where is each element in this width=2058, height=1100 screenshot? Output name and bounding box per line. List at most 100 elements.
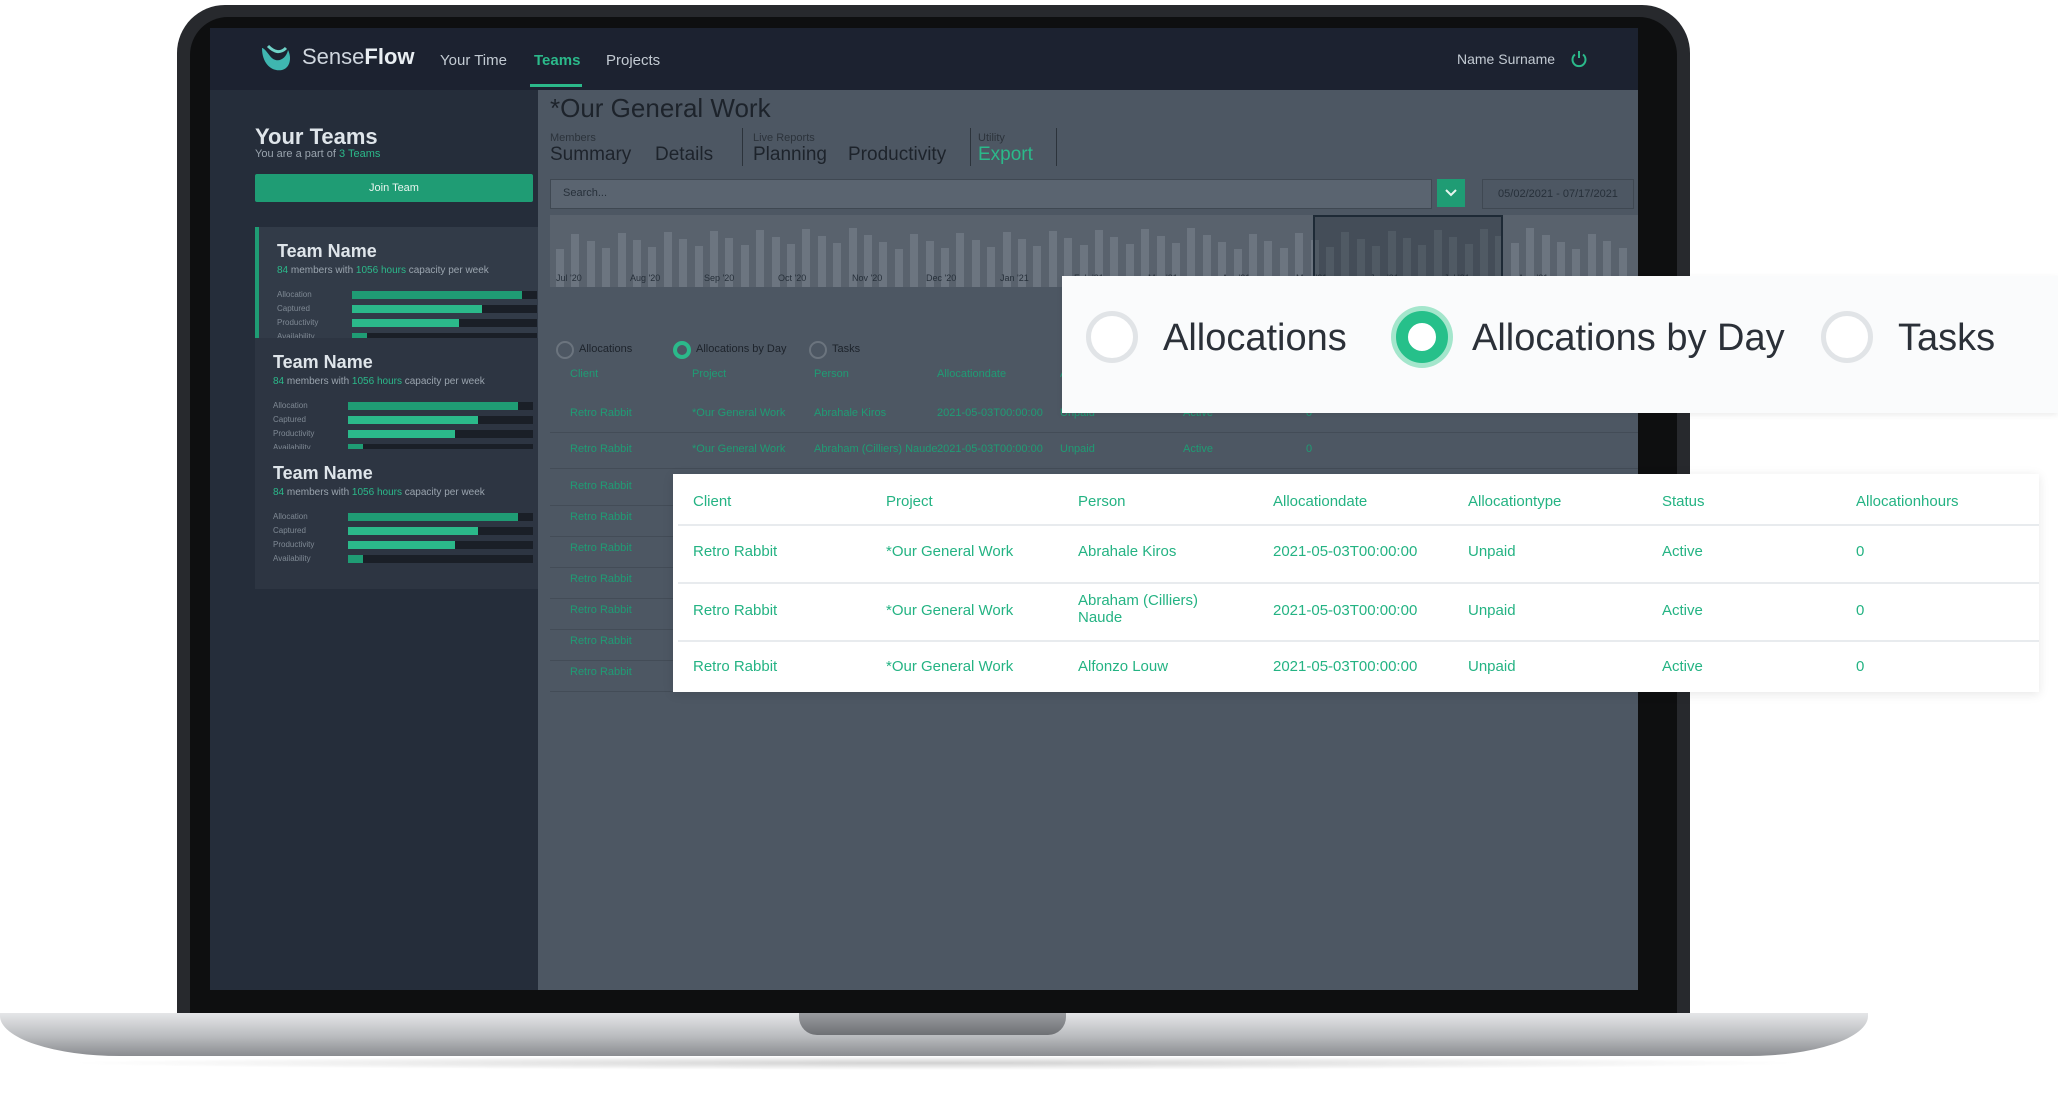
tab-export[interactable]: Export xyxy=(978,144,1033,166)
bg-table-cell: Retro Rabbit xyxy=(570,604,632,616)
search-input[interactable]: Search... xyxy=(550,179,1432,209)
hours-value: 1056 hours xyxy=(355,265,406,276)
column-header-allocationdate[interactable]: Allocationdate xyxy=(1273,493,1367,510)
hours-suffix: capacity per week xyxy=(405,265,489,276)
nav-your-time[interactable]: Your Time xyxy=(440,52,507,69)
team-name: Team Name xyxy=(273,463,373,483)
radio-allocations-label: Allocations xyxy=(1163,317,1347,359)
cell-project: *Our General Work xyxy=(886,602,1014,619)
column-header-client[interactable]: Client xyxy=(693,493,731,510)
nav-projects[interactable]: Projects xyxy=(606,52,660,69)
timeline-bar xyxy=(756,230,765,287)
column-header-allocationtype[interactable]: Allocationtype xyxy=(1468,493,1561,510)
table-row[interactable]: Retro Rabbit *Our General Work Abraham (… xyxy=(673,584,2039,641)
column-header-project[interactable]: Project xyxy=(886,493,933,510)
timeline-bar xyxy=(956,233,965,287)
bg-column-header[interactable]: Project xyxy=(692,368,726,380)
bg-table-cell: Abraham (Cilliers) Naude xyxy=(814,443,938,455)
timeline-bar xyxy=(740,245,749,287)
bg-row-divider xyxy=(550,468,1638,469)
table-row[interactable]: Retro Rabbit *Our General Work Abrahale … xyxy=(673,525,2039,582)
bg-column-header[interactable]: Person xyxy=(814,368,849,380)
search-placeholder: Search... xyxy=(563,187,608,199)
metric-bar-fill xyxy=(348,527,478,535)
cell-allocationhours: 0 xyxy=(1856,543,1865,560)
metric-bar-fill xyxy=(348,541,456,549)
metric-label: Allocation xyxy=(277,290,312,299)
radio-tasks[interactable] xyxy=(1821,311,1873,363)
column-header-person[interactable]: Person xyxy=(1078,493,1126,510)
column-header-status[interactable]: Status xyxy=(1662,493,1705,510)
metric-label: Captured xyxy=(277,304,310,313)
radio-allocations-by-day-small[interactable] xyxy=(673,341,691,359)
bg-table-cell: Abrahale Kiros xyxy=(814,407,887,419)
brand-name[interactable]: SenseFlow xyxy=(302,44,415,70)
team-capacity: 84 members with 1056 hours capacity per … xyxy=(273,376,485,387)
metric-bar xyxy=(348,513,533,521)
bg-table-cell: Retro Rabbit xyxy=(570,480,632,492)
cell-client: Retro Rabbit xyxy=(693,602,778,619)
cell-status: Active xyxy=(1662,602,1703,619)
user-name[interactable]: Name Surname xyxy=(1457,51,1555,67)
tab-group-members: Members xyxy=(550,132,596,144)
members-count: 84 xyxy=(277,265,289,276)
timeline-bar xyxy=(817,236,826,287)
timeline-month-label: Aug '20 xyxy=(630,273,661,283)
hours-value: 1056 hours xyxy=(351,487,402,498)
page-title: *Our General Work xyxy=(550,93,771,123)
bg-column-header[interactable]: Allocationdate xyxy=(937,368,1006,380)
radio-allocations-by-day-small-label: Allocations by Day xyxy=(696,343,787,355)
tab-group-utility: Utility xyxy=(978,132,1005,144)
cell-person: Alfonzo Louw xyxy=(1078,658,1169,675)
timeline-bar xyxy=(833,243,842,287)
search-dropdown-button[interactable] xyxy=(1437,179,1465,207)
metric-bar-fill xyxy=(348,513,519,521)
radio-allocations-small-label: Allocations xyxy=(579,343,633,355)
metric-bar-fill xyxy=(348,402,519,410)
nav-teams[interactable]: Teams xyxy=(534,52,580,69)
tab-planning[interactable]: Planning xyxy=(753,144,827,166)
radio-allocations[interactable] xyxy=(1086,311,1138,363)
team-capacity: 84 members with 1056 hours capacity per … xyxy=(277,265,489,276)
timeline-bar xyxy=(1048,231,1057,287)
cell-status: Active xyxy=(1662,543,1703,560)
tab-summary[interactable]: Summary xyxy=(550,144,631,166)
cell-allocationdate: 2021-05-03T00:00:00 xyxy=(1273,658,1418,675)
date-range-picker[interactable]: 05/02/2021 - 07/17/2021 xyxy=(1482,179,1634,209)
hours-value: 1056 hours xyxy=(351,376,402,387)
metric-label: Captured xyxy=(273,526,306,535)
cell-status: Active xyxy=(1662,658,1703,675)
members-count: 84 xyxy=(273,376,285,387)
bg-table-cell: 0 xyxy=(1306,443,1313,455)
column-header-allocationhours[interactable]: Allocationhours xyxy=(1856,493,1959,510)
metric-bar-fill xyxy=(348,555,363,563)
radio-tasks-small[interactable] xyxy=(809,341,827,359)
metric-label: Productivity xyxy=(273,540,315,549)
members-suffix: members with xyxy=(284,487,352,498)
timeline-month-label: Oct '20 xyxy=(778,273,807,283)
sidebar-title: Your Teams xyxy=(255,124,378,149)
cell-allocationdate: 2021-05-03T00:00:00 xyxy=(1273,602,1418,619)
cell-allocationtype: Unpaid xyxy=(1468,602,1516,619)
bg-table-cell: Retro Rabbit xyxy=(570,635,632,647)
bg-table-cell: Retro Rabbit xyxy=(570,407,632,419)
radio-allocations-by-day[interactable] xyxy=(1396,311,1448,363)
timeline-bar xyxy=(971,240,980,287)
teams-count-link[interactable]: 3 Teams xyxy=(339,148,380,160)
tab-productivity[interactable]: Productivity xyxy=(848,144,946,166)
radio-tasks-small-label: Tasks xyxy=(832,343,861,355)
metric-bar xyxy=(348,541,533,549)
power-icon[interactable] xyxy=(1570,50,1588,68)
tab-details[interactable]: Details xyxy=(655,144,713,166)
bg-table-cell: Retro Rabbit xyxy=(570,666,632,678)
view-options-zoom: Allocations Allocations by Day Tasks xyxy=(1062,276,2058,413)
radio-allocations-small[interactable] xyxy=(556,341,574,359)
bg-column-header[interactable]: Client xyxy=(570,368,598,380)
table-row[interactable]: Retro Rabbit *Our General Work Alfonzo L… xyxy=(673,642,2039,690)
cell-project: *Our General Work xyxy=(886,658,1014,675)
metric-bar-fill xyxy=(352,305,482,313)
team-card[interactable]: Team Name 84 members with 1056 hours cap… xyxy=(255,449,538,589)
timeline-month-label: Jan '21 xyxy=(1000,273,1029,283)
join-team-button[interactable]: Join Team xyxy=(255,174,533,202)
cell-client: Retro Rabbit xyxy=(693,543,778,560)
